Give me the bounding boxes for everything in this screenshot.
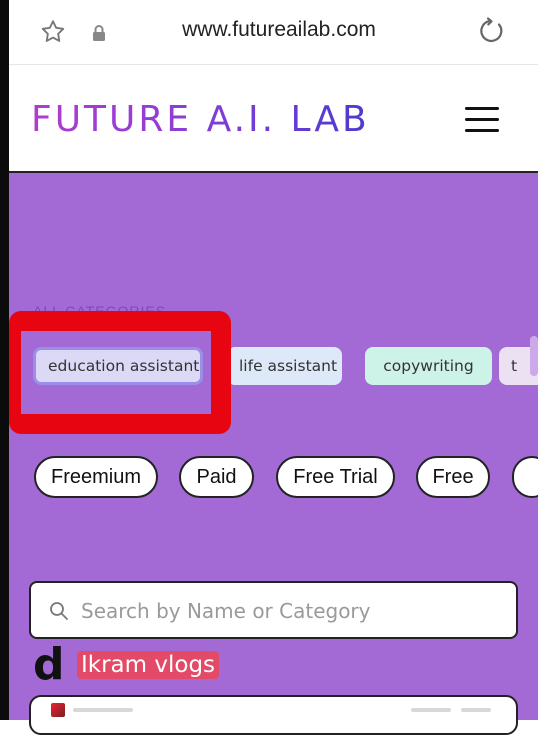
search-input[interactable] [79, 593, 503, 629]
search-box [29, 581, 518, 639]
card-thumbnail [51, 703, 65, 717]
filter-paid-button[interactable]: Paid [179, 456, 254, 498]
filter-free-button[interactable]: Free [416, 456, 490, 498]
watermark-logo: d [33, 639, 65, 690]
categories-heading: ALL CATEGORIES [33, 303, 167, 319]
lock-icon [93, 25, 105, 41]
card-placeholder-line [411, 708, 451, 712]
search-icon [50, 602, 68, 620]
filter-partial-button[interactable] [512, 456, 538, 498]
site-header: FUTURE A.I. LAB [9, 65, 538, 173]
tool-card[interactable] [29, 695, 518, 735]
category-tag-life-assistant[interactable]: life assistant [227, 347, 342, 385]
site-logo[interactable]: FUTURE A.I. LAB [31, 99, 370, 140]
watermark-text: Ikram vlogs [77, 651, 220, 679]
category-tag-copywriting[interactable]: copywriting [365, 347, 492, 385]
screen-edge [0, 0, 9, 720]
card-placeholder-line [461, 708, 491, 712]
category-tag-education-assistant[interactable]: education assistant [33, 347, 203, 385]
reload-icon[interactable] [477, 16, 507, 46]
browser-address-bar: www.futureailab.com [9, 0, 538, 65]
scrollbar[interactable] [530, 336, 538, 376]
main-content: ALL CATEGORIES education assistant life … [9, 173, 538, 735]
url-text[interactable]: www.futureailab.com [129, 18, 429, 42]
star-icon[interactable] [39, 18, 67, 46]
filter-freemium-button[interactable]: Freemium [34, 456, 158, 498]
card-placeholder-line [73, 708, 133, 712]
hamburger-menu-icon[interactable] [465, 105, 503, 135]
filter-free-trial-button[interactable]: Free Trial [276, 456, 395, 498]
